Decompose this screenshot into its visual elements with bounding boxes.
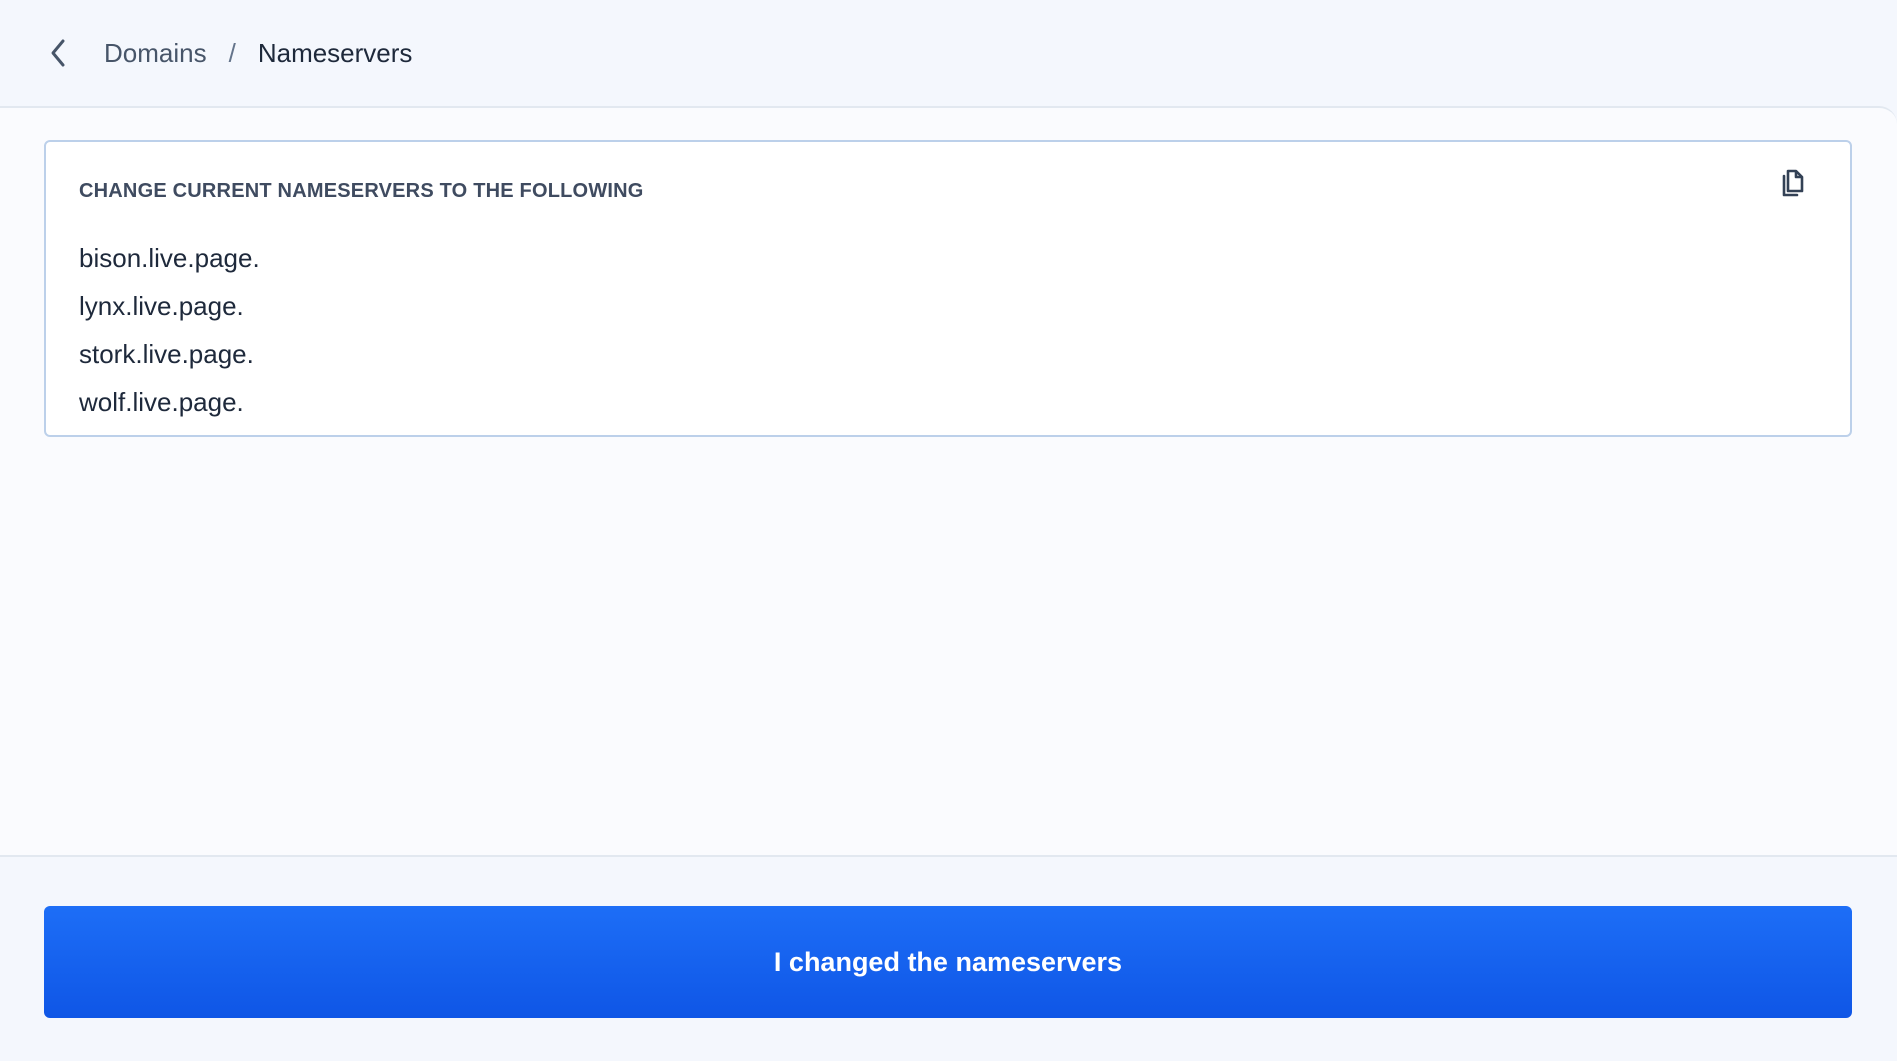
nameserver-item: lynx.live.page. — [79, 291, 244, 321]
main-content: CHANGE CURRENT NAMESERVERS TO THE FOLLOW… — [0, 106, 1897, 857]
confirm-nameservers-changed-button[interactable]: I changed the nameservers — [44, 906, 1852, 1018]
nameserver-item: stork.live.page. — [79, 339, 254, 369]
page-title: Nameservers — [257, 37, 413, 68]
nameservers-list: bison.live.page. lynx.live.page. stork.l… — [79, 234, 260, 426]
footer-bar: I changed the nameservers — [0, 857, 1897, 1061]
back-button[interactable] — [46, 38, 70, 68]
breadcrumb-separator: / — [228, 37, 236, 68]
nameservers-card-title: CHANGE CURRENT NAMESERVERS TO THE FOLLOW… — [79, 180, 644, 202]
top-bar: Domains / Nameservers — [0, 0, 1897, 106]
copy-nameservers-button[interactable] — [1774, 166, 1810, 202]
breadcrumb-domains-link[interactable]: Domains — [104, 38, 207, 69]
nameserver-item: wolf.live.page. — [79, 387, 244, 417]
nameserver-item: bison.live.page. — [79, 243, 260, 273]
nameservers-card: CHANGE CURRENT NAMESERVERS TO THE FOLLOW… — [44, 140, 1852, 437]
copy-icon — [1782, 169, 1804, 197]
chevron-left-icon — [51, 39, 65, 67]
breadcrumb: Domains / Nameservers — [104, 38, 412, 69]
